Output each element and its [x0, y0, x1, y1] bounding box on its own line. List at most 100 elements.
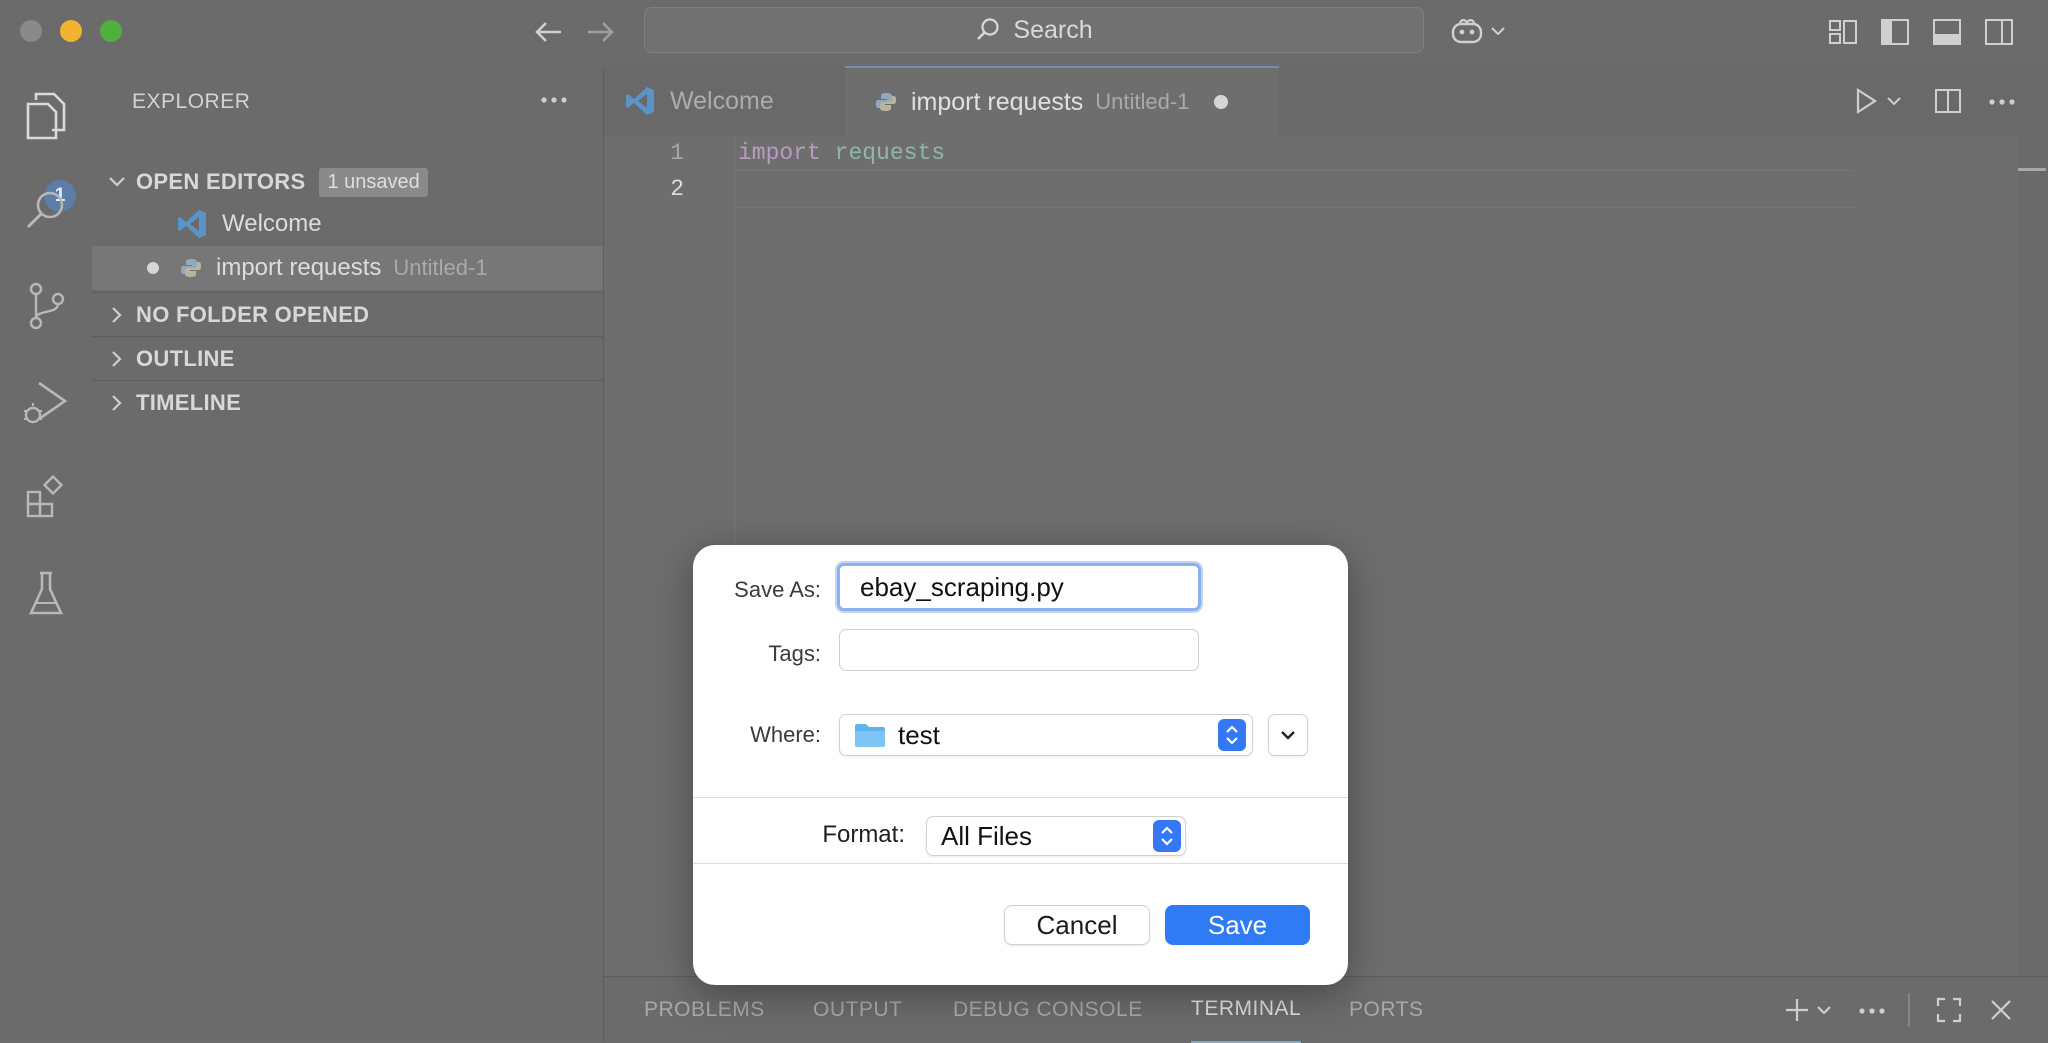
toggle-primary-sidebar-icon[interactable]	[1880, 18, 1910, 46]
split-editor-icon[interactable]	[1934, 88, 1962, 114]
open-editors-section[interactable]: OPEN EDITORS 1 unsaved	[92, 160, 603, 204]
line-number: 1	[670, 140, 684, 166]
more-actions-icon[interactable]	[540, 96, 568, 104]
format-value: All Files	[941, 820, 1033, 851]
maximize-panel-icon[interactable]	[1936, 997, 1962, 1023]
explorer-sidebar: EXPLORER OPEN EDITORS 1 unsaved Welcome …	[92, 66, 604, 1042]
forward-arrow-icon[interactable]	[584, 18, 616, 46]
new-terminal-button[interactable]	[1784, 997, 1832, 1023]
open-editor-item-welcome[interactable]: Welcome	[92, 202, 603, 246]
open-editors-label: OPEN EDITORS	[136, 169, 306, 194]
tab-label: Welcome	[670, 86, 774, 115]
minimize-window-button[interactable]	[60, 20, 82, 42]
vscode-logo-icon	[176, 208, 208, 240]
save-as-label: Save As:	[734, 577, 821, 602]
chevron-right-icon	[102, 306, 132, 324]
line-number: 2	[670, 176, 684, 202]
folder-icon	[854, 722, 886, 748]
chevron-down-icon	[1280, 730, 1296, 740]
module-token: requests	[834, 140, 946, 166]
plus-icon	[1784, 997, 1810, 1023]
editor-tab-bar: Welcome import requests Untitled-1	[604, 66, 2048, 137]
run-python-button[interactable]	[1854, 88, 1902, 114]
command-center-search[interactable]: Search	[644, 7, 1424, 53]
section-label: NO FOLDER OPENED	[136, 302, 370, 327]
save-dialog: Save As: ebay_scraping.py Tags: Where: t…	[693, 545, 1348, 985]
unsaved-dot-icon[interactable]	[146, 261, 160, 275]
chevron-down-icon	[1886, 96, 1902, 106]
section-label: OUTLINE	[136, 346, 235, 371]
source-control-icon[interactable]	[16, 276, 76, 336]
extensions-icon[interactable]	[16, 468, 76, 528]
panel-tab-problems[interactable]: PROBLEMS	[644, 977, 765, 1043]
customize-layout-icon[interactable]	[1828, 18, 1858, 46]
tab-welcome[interactable]: Welcome	[604, 66, 844, 136]
divider	[693, 863, 1348, 864]
run-and-debug-icon[interactable]	[16, 372, 76, 432]
current-line-highlight	[734, 170, 1854, 208]
zoom-window-button[interactable]	[100, 20, 122, 42]
close-panel-icon[interactable]	[1990, 999, 2012, 1021]
updown-chevron-icon[interactable]	[1153, 820, 1181, 852]
toggle-secondary-sidebar-icon[interactable]	[1984, 18, 2014, 46]
cancel-button[interactable]: Cancel	[1004, 905, 1150, 945]
divider	[1908, 993, 1910, 1027]
tags-label: Tags:	[768, 641, 821, 666]
tags-input[interactable]	[839, 629, 1199, 671]
unsaved-dot-icon[interactable]	[1213, 94, 1229, 110]
minimap-scrollbar[interactable]	[2018, 136, 2048, 976]
search-placeholder: Search	[1013, 15, 1093, 44]
format-popup[interactable]: All Files	[926, 816, 1186, 856]
panel-tab-terminal[interactable]: TERMINAL	[1191, 977, 1302, 1043]
save-as-input[interactable]: ebay_scraping.py	[837, 563, 1201, 611]
copilot-icon	[1450, 16, 1484, 46]
close-window-button[interactable]	[20, 20, 42, 42]
chevron-down-icon	[1490, 26, 1506, 36]
panel-tab-ports[interactable]: PORTS	[1349, 977, 1423, 1043]
more-actions-icon[interactable]	[1858, 1007, 1886, 1015]
open-editor-detail: Untitled-1	[393, 255, 488, 280]
open-editor-name: Welcome	[222, 210, 322, 237]
updown-chevron-icon[interactable]	[1218, 719, 1246, 751]
section-label: TIMELINE	[136, 390, 242, 415]
open-editor-item-import-requests[interactable]: import requests Untitled-1	[92, 246, 603, 290]
divider	[693, 797, 1348, 798]
scrollbar-marker	[2018, 168, 2046, 171]
sidebar-title: EXPLORER	[132, 90, 251, 113]
tab-label: import requests	[911, 87, 1084, 116]
open-editor-name: import requests	[216, 254, 382, 281]
panel-tab-debug-console[interactable]: DEBUG CONSOLE	[953, 977, 1143, 1043]
search-icon[interactable]	[16, 180, 76, 240]
where-value: test	[898, 719, 940, 750]
keyword-token: import	[738, 140, 821, 166]
toggle-panel-icon[interactable]	[1932, 18, 1962, 46]
back-arrow-icon[interactable]	[533, 18, 565, 46]
copilot-menu-button[interactable]	[1450, 16, 1506, 46]
chevron-right-icon	[102, 350, 132, 368]
chevron-down-icon	[1816, 1005, 1832, 1015]
outline-section[interactable]: OUTLINE	[92, 336, 603, 381]
explorer-icon[interactable]	[16, 86, 76, 146]
play-icon	[1854, 88, 1878, 114]
activity-bar: 1	[0, 66, 93, 1042]
chevron-down-icon	[102, 176, 132, 188]
panel-tab-output[interactable]: OUTPUT	[813, 977, 902, 1043]
format-label: Format:	[822, 821, 905, 848]
timeline-section[interactable]: TIMELINE	[92, 380, 603, 425]
search-icon	[975, 17, 1001, 43]
more-actions-icon[interactable]	[1988, 98, 2016, 106]
python-file-icon	[875, 91, 897, 113]
chevron-right-icon	[102, 394, 132, 412]
save-button[interactable]: Save	[1165, 905, 1310, 945]
unsaved-badge: 1 unsaved	[319, 167, 428, 197]
no-folder-opened-section[interactable]: NO FOLDER OPENED	[92, 292, 603, 337]
where-popup[interactable]: test	[839, 714, 1253, 756]
testing-flask-icon[interactable]	[16, 564, 76, 624]
tab-import-requests[interactable]: import requests Untitled-1	[845, 66, 1279, 136]
expand-dialog-button[interactable]	[1268, 714, 1308, 756]
python-file-icon	[180, 257, 202, 279]
code-line-1[interactable]: import requests	[738, 140, 945, 166]
where-label: Where:	[750, 722, 821, 747]
title-bar: Search	[0, 0, 2048, 67]
tab-detail: Untitled-1	[1095, 89, 1190, 114]
